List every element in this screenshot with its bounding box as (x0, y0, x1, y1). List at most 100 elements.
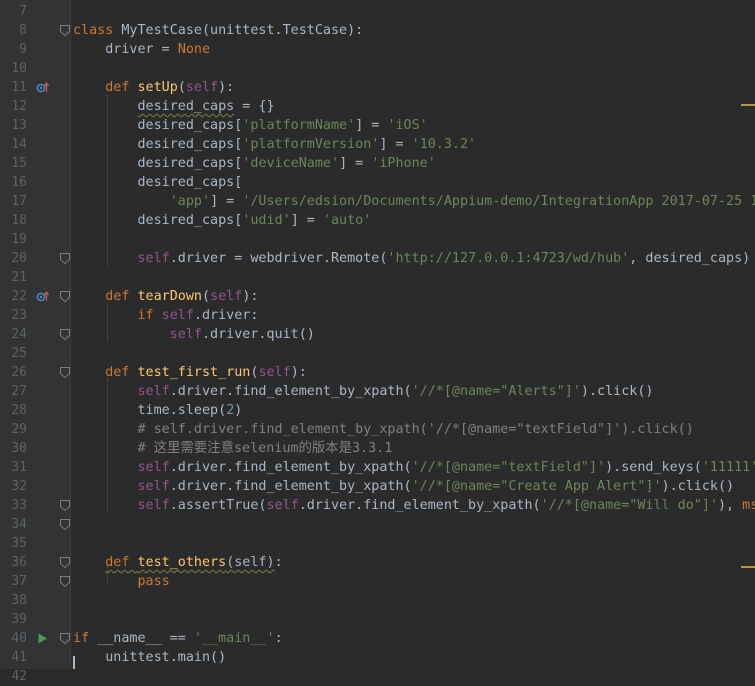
fold-marker-icon[interactable] (59, 499, 71, 512)
code-line[interactable]: 26 def test_first_run(self): (0, 363, 755, 382)
code-line[interactable]: 23 if self.driver: (0, 306, 755, 325)
code-token: ).click() (580, 384, 654, 399)
code-line[interactable]: 31 self.driver.find_element_by_xpath('//… (0, 458, 755, 477)
warning-marker[interactable] (741, 104, 755, 106)
line-number: 18 (11, 213, 27, 228)
code-line[interactable]: 39 (0, 610, 755, 629)
code-text: pass (73, 572, 170, 591)
code-token: self (137, 498, 170, 513)
fold-marker-icon[interactable] (59, 518, 71, 531)
code-token: time.sleep( (73, 403, 227, 418)
line-number: 38 (11, 593, 27, 608)
code-token: .driver.find_element_by_xpath( (169, 384, 412, 399)
line-number: 15 (11, 156, 27, 171)
override-method-icon[interactable] (36, 290, 49, 303)
code-line[interactable]: 24 self.driver.quit() (0, 325, 755, 344)
code-token: def (105, 289, 138, 304)
code-token: '__main__' (193, 631, 275, 646)
line-number: 30 (11, 441, 27, 456)
line-number: 8 (19, 23, 27, 38)
line-number: 37 (11, 574, 27, 589)
code-line[interactable]: 27 self.driver.find_element_by_xpath('//… (0, 382, 755, 401)
line-number: 33 (11, 498, 27, 513)
code-line[interactable]: 11 def setUp(self): (0, 78, 755, 97)
code-line[interactable]: 22 def tearDown(self): (0, 287, 755, 306)
code-token: 'iOS' (387, 118, 428, 133)
code-line[interactable]: 32 self.driver.find_element_by_xpath('//… (0, 477, 755, 496)
override-method-icon[interactable] (36, 81, 49, 94)
code-line[interactable]: 41 unittest.main() (0, 648, 755, 667)
code-line[interactable]: 34 (0, 515, 755, 534)
code-line[interactable]: 40 if __name__ == '__main__': (0, 629, 755, 648)
code-line[interactable]: 17 'app'] = '/Users/edsion/Documents/App… (0, 192, 755, 211)
line-number: 41 (11, 650, 27, 665)
code-line[interactable]: 29 # self.driver.find_element_by_xpath('… (0, 420, 755, 439)
line-number: 40 (11, 631, 27, 646)
code-line[interactable]: 30 # 这里需要注意selenium的版本是3.3.1 (0, 439, 755, 458)
code-line[interactable]: 12 desired_caps = {} (0, 97, 755, 116)
code-token: def (105, 555, 138, 570)
run-icon[interactable] (37, 632, 48, 645)
code-line[interactable]: 9 driver = None (0, 40, 755, 59)
fold-marker-icon[interactable] (59, 575, 71, 588)
code-line[interactable]: 19 (0, 230, 755, 249)
code-line[interactable]: 10 (0, 59, 755, 78)
code-line[interactable]: 8 class MyTestCase(unittest.TestCase): (0, 21, 755, 40)
code-line[interactable]: 42 (0, 667, 755, 686)
code-token: def (105, 80, 138, 95)
code-text: self.driver.quit() (73, 325, 315, 344)
code-line[interactable]: 37 pass (0, 572, 755, 591)
code-token: 'platformVersion' (242, 137, 380, 152)
code-text: desired_caps['platformVersion'] = '10.3.… (73, 135, 476, 154)
line-number: 21 (11, 270, 27, 285)
code-line[interactable]: 21 (0, 268, 755, 287)
code-token: desired_caps[ (73, 118, 243, 133)
code-line[interactable]: 18 desired_caps['udid'] = 'auto' (0, 211, 755, 230)
code-token: = {} (234, 99, 275, 114)
code-token: class (73, 23, 122, 38)
code-token: 'app' (169, 194, 211, 209)
code-line[interactable]: 14 desired_caps['platformVersion'] = '10… (0, 135, 755, 154)
fold-marker-icon[interactable] (59, 556, 71, 569)
code-line[interactable]: 33 self.assertTrue(self.driver.find_elem… (0, 496, 755, 515)
code-line[interactable]: 20 self.driver = webdriver.Remote('http:… (0, 249, 755, 268)
code-token: : (274, 555, 283, 570)
code-token: self (137, 460, 170, 475)
code-line[interactable]: 16 desired_caps[ (0, 173, 755, 192)
line-number: 27 (11, 384, 27, 399)
warning-marker[interactable] (741, 566, 755, 568)
code-token: .driver = webdriver.Remote( (169, 251, 388, 266)
line-number: 19 (11, 232, 27, 247)
code-line[interactable]: 38 (0, 591, 755, 610)
fold-marker-icon[interactable] (59, 290, 71, 303)
code-line[interactable]: 36 def test_others(self): (0, 553, 755, 572)
code-token: msg (742, 498, 755, 513)
fold-marker-icon[interactable] (59, 24, 71, 37)
code-text: desired_caps = {} (73, 97, 275, 116)
code-token: self (137, 479, 170, 494)
code-line[interactable]: 28 time.sleep(2) (0, 401, 755, 420)
code-line[interactable]: 35 (0, 534, 755, 553)
fold-marker-icon[interactable] (59, 366, 71, 379)
fold-marker-icon[interactable] (59, 328, 71, 341)
fold-marker-icon[interactable] (59, 252, 71, 265)
code-token: desired_caps[ (73, 175, 243, 190)
code-text: if __name__ == '__main__': (73, 629, 283, 648)
code-text: if self.driver: (73, 306, 259, 325)
code-editor[interactable]: 7 8 class MyTestCase(unittest.TestCase): 9 … (0, 0, 755, 684)
code-token: pass (137, 574, 170, 589)
code-line[interactable]: 15 desired_caps['deviceName'] = 'iPhone' (0, 154, 755, 173)
code-line[interactable]: 7 (0, 2, 755, 21)
fold-marker-icon[interactable] (59, 632, 71, 645)
code-line[interactable]: 13 desired_caps['platformName'] = 'iOS' (0, 116, 755, 135)
code-text: self.driver = webdriver.Remote('http://1… (73, 249, 751, 268)
code-line[interactable]: 25 (0, 344, 755, 363)
